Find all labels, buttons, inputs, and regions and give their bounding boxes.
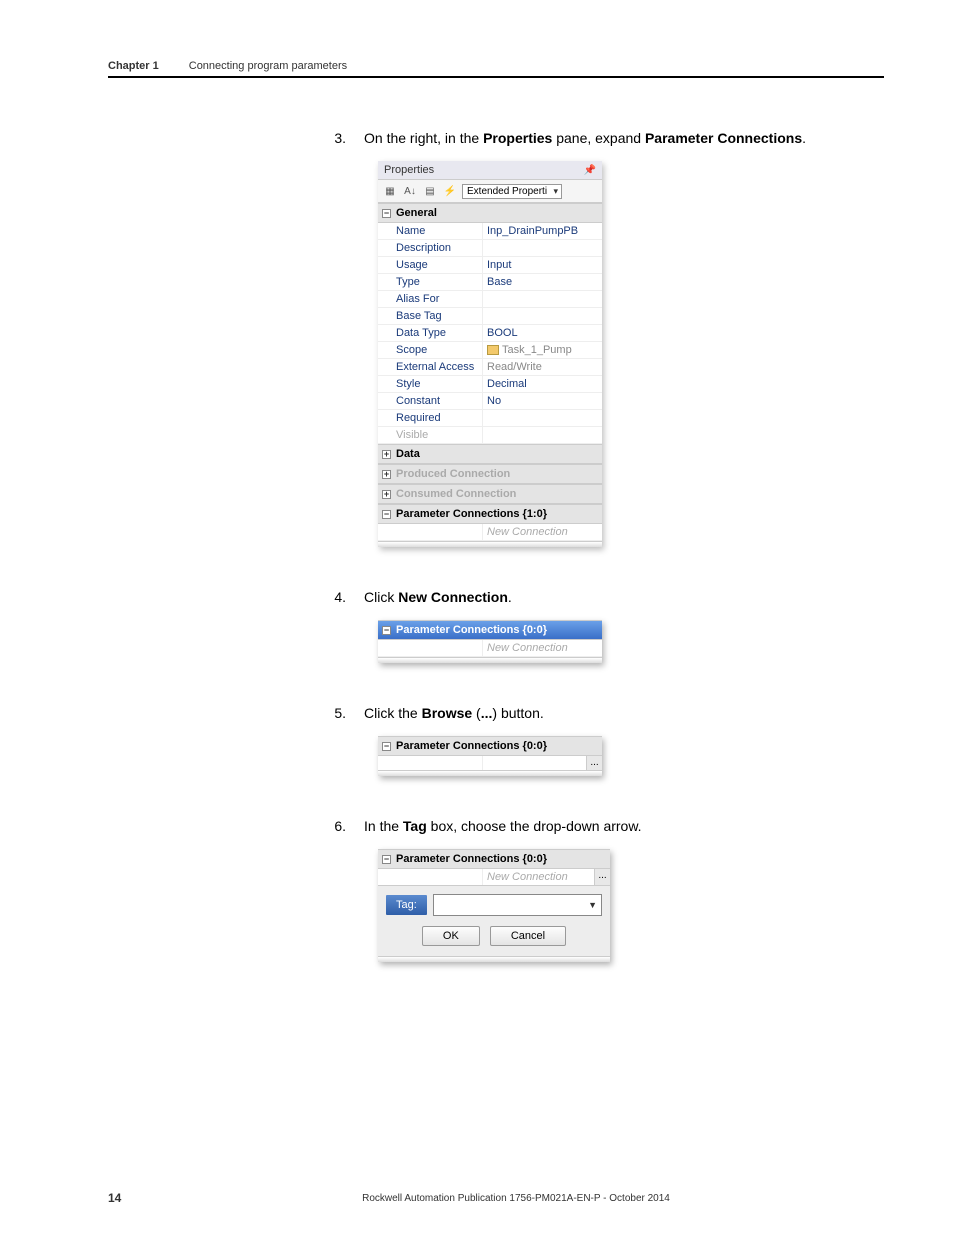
- prop-row-visible: Visible: [378, 427, 602, 444]
- new-connection-row[interactable]: New Connection: [378, 640, 602, 657]
- step-3: 3. On the right, in the Properties pane,…: [328, 128, 884, 149]
- torn-edge: [378, 541, 602, 547]
- prop-row-usage: UsageInput: [378, 257, 602, 274]
- prop-row-scope: ScopeTask_1_Pump: [378, 342, 602, 359]
- step-text: Click New Connection.: [364, 587, 512, 608]
- pane-title-bar: Properties 📌: [378, 161, 602, 180]
- prop-row-externalaccess: External AccessRead/Write: [378, 359, 602, 376]
- group-produced: + Produced Connection: [378, 464, 602, 484]
- param-conn-panel-step5: − Parameter Connections {0:0} ...: [378, 736, 602, 776]
- minus-icon[interactable]: −: [382, 742, 391, 751]
- page-footer: 14 Rockwell Automation Publication 1756-…: [108, 1191, 884, 1205]
- program-icon: [487, 345, 499, 355]
- sort-icon[interactable]: A↓: [402, 183, 418, 199]
- prop-row-required: Required: [378, 410, 602, 427]
- step-5: 5. Click the Browse (...) button.: [328, 703, 884, 724]
- properties-pane: Properties 📌 ▦ A↓ ▤ ⚡ Extended Properti …: [378, 161, 602, 547]
- group-parameter-connections[interactable]: − Parameter Connections {1:0}: [378, 504, 602, 524]
- prop-row-name: NameInp_DrainPumpPB: [378, 223, 602, 240]
- connection-input[interactable]: [483, 756, 586, 770]
- pin-icon[interactable]: 📌: [584, 165, 596, 176]
- group-consumed: + Consumed Connection: [378, 484, 602, 504]
- step-text: Click the Browse (...) button.: [364, 703, 544, 724]
- browse-button[interactable]: ...: [594, 869, 610, 885]
- step-4: 4. Click New Connection.: [328, 587, 884, 608]
- chapter-label: Chapter 1: [108, 60, 159, 72]
- properties-toolbar: ▦ A↓ ▤ ⚡ Extended Properti: [378, 180, 602, 203]
- torn-edge: [378, 770, 602, 776]
- group-parameter-connections[interactable]: − Parameter Connections {0:0}: [378, 849, 610, 869]
- publication-info: Rockwell Automation Publication 1756-PM0…: [148, 1193, 884, 1204]
- tag-dropdown[interactable]: ▼: [433, 894, 602, 916]
- plus-icon[interactable]: +: [382, 450, 391, 459]
- prop-row-description: Description: [378, 240, 602, 257]
- group-parameter-connections[interactable]: − Parameter Connections {0:0}: [378, 736, 602, 756]
- connection-value[interactable]: New Connection: [483, 869, 594, 885]
- connection-input-row: New Connection ...: [378, 869, 610, 885]
- group-parameter-connections[interactable]: − Parameter Connections {0:0}: [378, 620, 602, 640]
- step-number: 3.: [328, 128, 346, 149]
- tag-selector-popup: Tag: ▼ OK Cancel: [378, 885, 610, 956]
- cancel-button[interactable]: Cancel: [490, 926, 566, 946]
- section-title: Connecting program parameters: [189, 60, 347, 72]
- page-number: 14: [108, 1191, 148, 1205]
- step-number: 6.: [328, 816, 346, 837]
- prop-row-basetag: Base Tag: [378, 308, 602, 325]
- minus-icon[interactable]: −: [382, 209, 391, 218]
- prop-row-datatype: Data TypeBOOL: [378, 325, 602, 342]
- minus-icon[interactable]: −: [382, 510, 391, 519]
- new-connection-row[interactable]: New Connection: [378, 524, 602, 541]
- step-number: 4.: [328, 587, 346, 608]
- torn-edge: [378, 657, 602, 663]
- connection-input-row: ...: [378, 756, 602, 770]
- categorize-icon[interactable]: ▦: [382, 183, 398, 199]
- properties-title: Properties: [384, 164, 434, 176]
- prop-row-constant: ConstantNo: [378, 393, 602, 410]
- step-number: 5.: [328, 703, 346, 724]
- param-conn-panel-step6: − Parameter Connections {0:0} New Connec…: [378, 849, 610, 962]
- plus-icon: +: [382, 470, 391, 479]
- minus-icon[interactable]: −: [382, 626, 391, 635]
- header-rule: [108, 76, 884, 78]
- grid-icon[interactable]: ▤: [422, 183, 438, 199]
- step-text: In the Tag box, choose the drop-down arr…: [364, 816, 642, 837]
- prop-row-aliasfor: Alias For: [378, 291, 602, 308]
- torn-edge: [378, 956, 610, 962]
- minus-icon[interactable]: −: [382, 855, 391, 864]
- ok-button[interactable]: OK: [422, 926, 480, 946]
- chevron-down-icon[interactable]: ▼: [588, 900, 597, 910]
- browse-button[interactable]: ...: [586, 756, 602, 770]
- prop-row-style: StyleDecimal: [378, 376, 602, 393]
- param-conn-panel-step4: − Parameter Connections {0:0} New Connec…: [378, 620, 602, 663]
- step-6: 6. In the Tag box, choose the drop-down …: [328, 816, 884, 837]
- page-header: Chapter 1 Connecting program parameters: [108, 60, 884, 76]
- lightning-icon[interactable]: ⚡: [442, 183, 458, 199]
- group-general[interactable]: − General: [378, 203, 602, 223]
- plus-icon: +: [382, 490, 391, 499]
- prop-row-type: TypeBase: [378, 274, 602, 291]
- step-text: On the right, in the Properties pane, ex…: [364, 128, 806, 149]
- group-data[interactable]: + Data: [378, 444, 602, 464]
- view-dropdown[interactable]: Extended Properti: [462, 184, 562, 199]
- tag-label: Tag:: [386, 895, 427, 915]
